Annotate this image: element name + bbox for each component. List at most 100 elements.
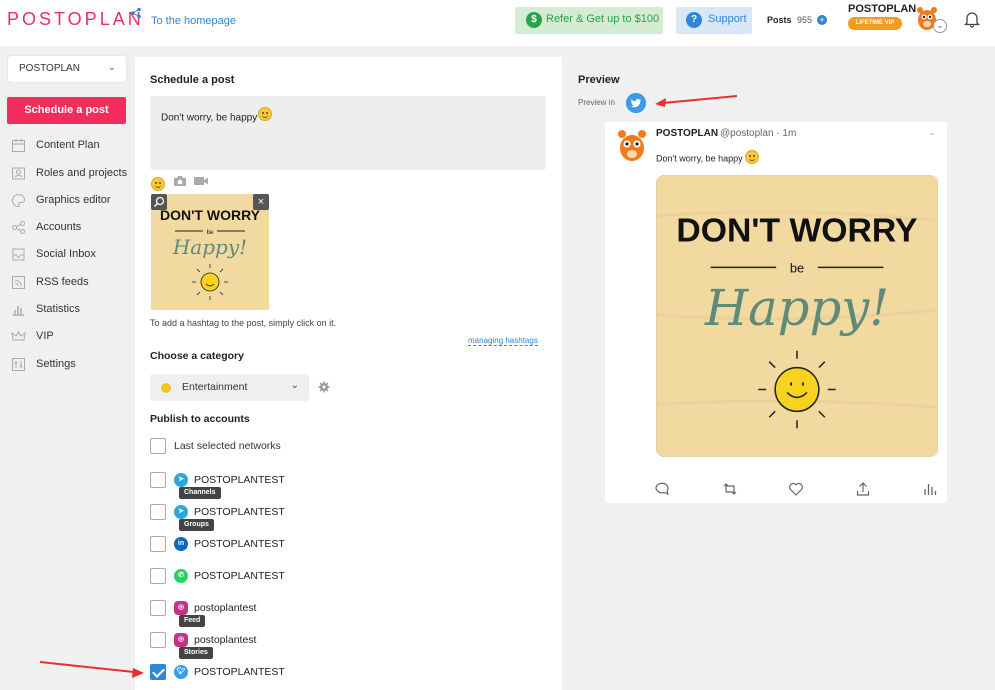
account-checkbox[interactable] xyxy=(150,536,166,552)
retweet-icon[interactable] xyxy=(722,481,738,497)
account-name: POSTOPLANTEST xyxy=(194,538,285,550)
category-color-dot xyxy=(161,383,171,393)
nav-vip[interactable]: VIP xyxy=(11,327,54,345)
category-select[interactable]: Entertainment ⌄ xyxy=(150,374,309,401)
account-checkbox[interactable] xyxy=(150,472,166,488)
settings-icon xyxy=(12,357,25,371)
nav-label: Content Plan xyxy=(36,139,100,151)
reply-icon[interactable] xyxy=(654,481,670,497)
palette-icon xyxy=(12,193,26,207)
share-icon xyxy=(131,7,141,19)
instagram-icon: ◎ xyxy=(174,633,188,647)
telegram-icon: ➤ xyxy=(174,473,188,487)
nav-label: Statistics xyxy=(36,303,81,315)
nav-settings[interactable]: Settings xyxy=(11,355,76,373)
chevron-down-icon: ⌄ xyxy=(928,127,936,137)
chevron-down-icon[interactable]: ⌄ xyxy=(933,19,947,33)
remove-image-icon[interactable]: × xyxy=(253,194,269,210)
preview-heading: Preview xyxy=(578,74,620,86)
account-checkbox[interactable] xyxy=(150,632,166,648)
bell-icon[interactable] xyxy=(963,10,981,28)
smile-emoji-icon xyxy=(258,107,273,121)
account-name: postoplantest xyxy=(194,602,257,614)
bar-chart-icon xyxy=(13,305,24,316)
share-icon xyxy=(12,220,25,234)
nav-label: Roles and projects xyxy=(36,167,128,179)
tweet-author: POSTOPLAN xyxy=(656,128,719,139)
managing-hashtags-link[interactable]: managing hashtags xyxy=(468,336,538,346)
account-name: postoplantest xyxy=(194,634,257,646)
posts-label: Posts xyxy=(767,15,792,25)
avatar xyxy=(618,130,646,161)
analytics-icon[interactable] xyxy=(922,481,938,497)
posts-count: 955 xyxy=(797,15,813,25)
attached-image: DON'T WORRY be Happy! xyxy=(151,194,269,310)
smile-emoji-icon xyxy=(745,150,760,164)
crown-icon xyxy=(11,330,26,340)
nav-statistics[interactable]: Statistics xyxy=(11,300,80,318)
nav-rss-feeds[interactable]: RSS feeds xyxy=(11,273,89,291)
annotation-arrow xyxy=(39,661,144,678)
gear-icon[interactable] xyxy=(318,381,330,393)
tweet-text-value: Don't worry, be happy xyxy=(656,153,743,164)
account-checkbox[interactable] xyxy=(150,568,166,584)
linkedin-icon: in xyxy=(174,537,188,551)
nav-accounts[interactable]: Accounts xyxy=(11,218,81,236)
attach-line3: Happy! xyxy=(172,235,247,259)
dollar-icon: $ xyxy=(526,12,542,28)
rss-icon xyxy=(12,275,25,289)
support-button[interactable]: ? Support xyxy=(676,7,752,34)
zoom-icon[interactable] xyxy=(151,194,167,210)
support-label: Support xyxy=(708,13,747,25)
tweet-image-line3: Happy! xyxy=(704,279,889,337)
project-select[interactable]: POSTOPLAN ⌄ xyxy=(8,56,126,82)
tweet-image-line2: be xyxy=(790,260,804,275)
account-name: POSTOPLANTEST xyxy=(194,474,285,486)
chevron-down-icon: ⌄ xyxy=(107,62,116,73)
nav-label: Social Inbox xyxy=(36,248,96,260)
schedule-post-button[interactable]: Schedule a post xyxy=(7,97,126,124)
account-type-badge: Channels xyxy=(179,487,221,499)
logo[interactable]: POSTOPLAN xyxy=(7,9,144,30)
twitter-icon: 🐦︎ xyxy=(174,665,188,679)
last-networks-checkbox[interactable] xyxy=(150,438,166,454)
nav-label: VIP xyxy=(36,330,54,342)
annotation-arrow xyxy=(655,95,738,107)
inbox-icon xyxy=(12,248,25,260)
refer-label: Refer & Get up to $100 xyxy=(546,13,660,25)
help-icon: ? xyxy=(686,12,702,28)
camera-icon[interactable] xyxy=(173,175,187,187)
twitter-icon[interactable] xyxy=(626,93,646,113)
nav-label: Settings xyxy=(36,358,76,370)
post-text-input[interactable]: Don't worry, be happy xyxy=(150,96,546,170)
tweet-handle: @postoplan · 1m xyxy=(720,128,797,139)
category-value: Entertainment xyxy=(182,381,248,393)
vip-badge: LIFETIME VIP xyxy=(848,17,902,30)
chevron-down-icon: ⌄ xyxy=(290,380,299,391)
account-checkbox[interactable] xyxy=(150,600,166,616)
refer-button[interactable]: $ Refer & Get up to $100 xyxy=(515,7,663,34)
last-networks-label: Last selected networks xyxy=(174,440,281,452)
video-icon[interactable] xyxy=(193,175,209,187)
nav-label: RSS feeds xyxy=(36,276,89,288)
account-checkbox-twitter[interactable] xyxy=(150,664,166,680)
account-type-badge: Stories xyxy=(179,647,213,659)
account-name: POSTOPLANTEST xyxy=(194,506,285,518)
emoji-picker-icon[interactable] xyxy=(151,176,165,191)
post-text: Don't worry, be happy xyxy=(161,112,258,124)
user-name[interactable]: POSTOPLAN xyxy=(848,3,916,15)
share-icon[interactable] xyxy=(855,481,871,497)
page-title: Schedule a post xyxy=(150,74,235,86)
tweet-text: Don't worry, be happy xyxy=(656,150,760,166)
account-checkbox[interactable] xyxy=(150,504,166,520)
tweet-image: DON'T WORRY be Happy! xyxy=(656,175,938,457)
whatsapp-icon: ✆ xyxy=(174,569,188,583)
homepage-link[interactable]: To the homepage xyxy=(151,15,236,27)
instagram-icon: ◎ xyxy=(174,601,188,615)
nav-social-inbox[interactable]: Social Inbox xyxy=(11,245,96,263)
add-posts-icon[interactable]: + xyxy=(817,15,827,25)
nav-content-plan[interactable]: Content Plan xyxy=(11,136,100,154)
like-icon[interactable] xyxy=(788,481,804,497)
nav-roles-projects[interactable]: Roles and projects xyxy=(11,164,127,182)
nav-graphics-editor[interactable]: Graphics editor xyxy=(11,191,111,209)
